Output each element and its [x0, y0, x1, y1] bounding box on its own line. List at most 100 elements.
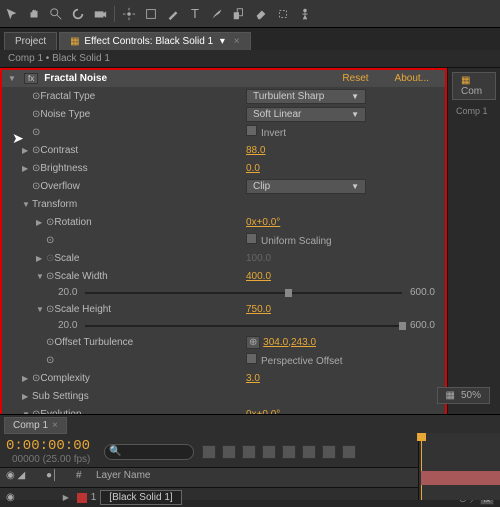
- uniform-scaling-label: Uniform Scaling: [261, 236, 332, 247]
- transform-label: Transform: [32, 199, 77, 210]
- twirl-icon[interactable]: ▶: [22, 392, 32, 401]
- rect-tool-icon[interactable]: [143, 6, 159, 22]
- slider-max: 600.0: [410, 287, 435, 298]
- rotate-tool-icon[interactable]: [70, 6, 86, 22]
- transform-group[interactable]: ▼ Transform: [2, 195, 445, 213]
- timeline-track-area[interactable]: [418, 433, 500, 500]
- layer-name-column[interactable]: Layer Name: [96, 470, 150, 485]
- reset-link[interactable]: Reset: [342, 73, 368, 84]
- motion-blur-icon[interactable]: [262, 445, 276, 459]
- draft3d-icon[interactable]: [222, 445, 236, 459]
- layer-bar[interactable]: [421, 471, 500, 485]
- crosshair-icon[interactable]: ⊕: [246, 336, 260, 349]
- twirl-icon[interactable]: ▶: [22, 374, 32, 383]
- stopwatch-icon[interactable]: ⊙: [32, 373, 40, 384]
- zoom-tool-icon[interactable]: [48, 6, 64, 22]
- playhead[interactable]: [421, 433, 422, 500]
- zoom-control[interactable]: ▦ 50%: [437, 387, 490, 404]
- twirl-icon[interactable]: ▶: [22, 164, 32, 173]
- graph-icon[interactable]: [302, 445, 316, 459]
- brightness-value[interactable]: 0.0: [246, 163, 260, 174]
- stopwatch-icon[interactable]: ⊙: [46, 271, 54, 282]
- stopwatch-icon[interactable]: ⊙: [32, 181, 40, 192]
- uniform-scaling-checkbox[interactable]: [246, 233, 257, 244]
- brush-tool-icon[interactable]: [209, 6, 225, 22]
- brainstorm-icon[interactable]: [282, 445, 296, 459]
- puppet-tool-icon[interactable]: [297, 6, 313, 22]
- stopwatch-icon[interactable]: ⊙: [32, 127, 40, 138]
- twirl-icon[interactable]: ▼: [36, 305, 46, 314]
- stopwatch-icon[interactable]: ⊙: [46, 337, 54, 348]
- eraser-tool-icon[interactable]: [253, 6, 269, 22]
- dropdown-icon[interactable]: ▾: [220, 36, 225, 47]
- close-tab-icon[interactable]: ×: [234, 36, 240, 47]
- rotation-value[interactable]: 0x+0.0°: [246, 217, 280, 228]
- project-tab[interactable]: Project: [4, 32, 57, 50]
- effect-controls-tab[interactable]: ▦ Effect Controls: Black Solid 1 ▾ ×: [59, 32, 250, 50]
- grid-icon[interactable]: ▦: [446, 390, 455, 401]
- twirl-icon[interactable]: ▼: [22, 200, 32, 209]
- scale-width-value[interactable]: 400.0: [246, 271, 271, 282]
- type-tool-icon[interactable]: T: [187, 6, 203, 22]
- fractal-type-dropdown[interactable]: Turbulent Sharp▼: [246, 89, 366, 104]
- settings-icon[interactable]: [342, 445, 356, 459]
- offset-turb-value[interactable]: 304.0,243.0: [263, 337, 316, 348]
- clone-tool-icon[interactable]: [231, 6, 247, 22]
- twirl-icon[interactable]: ▶: [36, 218, 46, 227]
- layer-name[interactable]: [Black Solid 1]: [100, 490, 181, 505]
- contrast-value[interactable]: 88.0: [246, 145, 265, 156]
- stopwatch-icon[interactable]: ⊙: [46, 304, 54, 315]
- about-link[interactable]: About...: [395, 73, 429, 84]
- timeline-search[interactable]: 🔍: [104, 444, 194, 460]
- noise-type-dropdown[interactable]: Soft Linear▼: [246, 107, 366, 122]
- twirl-icon[interactable]: ▼: [8, 74, 18, 83]
- effect-controls-panel: ➤ ▼ fx Fractal Noise Reset About... ⊙ Fr…: [0, 68, 447, 425]
- close-icon[interactable]: ×: [52, 420, 58, 431]
- effect-header[interactable]: ▼ fx Fractal Noise Reset About...: [2, 70, 445, 87]
- stopwatch-icon[interactable]: ⊙: [46, 235, 54, 246]
- stopwatch-icon[interactable]: ⊙: [46, 217, 54, 228]
- camera-tool-icon[interactable]: [92, 6, 108, 22]
- slider-track[interactable]: [85, 292, 402, 294]
- timecode[interactable]: 0:00:00:00: [6, 438, 96, 454]
- stopwatch-icon[interactable]: ⊙: [32, 163, 40, 174]
- noise-type-row: ⊙ Noise Type Soft Linear▼: [2, 105, 445, 123]
- scale-width-label: Scale Width: [54, 271, 107, 282]
- twirl-icon[interactable]: ▼: [36, 272, 46, 281]
- layer-color-icon[interactable]: [77, 493, 87, 503]
- shy-icon[interactable]: [202, 445, 216, 459]
- invert-checkbox[interactable]: [246, 125, 257, 136]
- comp-icon[interactable]: [322, 445, 336, 459]
- pan-behind-tool-icon[interactable]: [121, 6, 137, 22]
- selection-tool-icon[interactable]: [4, 6, 20, 22]
- complexity-value[interactable]: 3.0: [246, 373, 260, 384]
- overflow-label: Overflow: [40, 181, 79, 192]
- stopwatch-icon[interactable]: ⊙: [32, 109, 40, 120]
- slider-thumb[interactable]: [399, 322, 406, 330]
- visibility-icon[interactable]: ◉: [6, 492, 15, 503]
- fx-badge-icon[interactable]: fx: [24, 73, 38, 84]
- twirl-icon[interactable]: ▶: [63, 493, 73, 502]
- viewer-tab[interactable]: ▦ Com: [452, 72, 496, 100]
- slider-track[interactable]: [85, 325, 402, 327]
- stopwatch-icon[interactable]: ⊙: [32, 91, 40, 102]
- stopwatch-icon[interactable]: ⊙: [32, 145, 40, 156]
- chevron-down-icon: ▼: [351, 110, 359, 119]
- scale-width-slider: 20.0 600.0: [2, 285, 445, 300]
- zoom-value[interactable]: 50%: [461, 390, 481, 401]
- timeline-tab[interactable]: Comp 1×: [4, 417, 67, 434]
- sub-settings-row[interactable]: ▶ Sub Settings: [2, 387, 445, 405]
- stopwatch-icon[interactable]: ⊙: [46, 355, 54, 366]
- frame-blend-icon[interactable]: [242, 445, 256, 459]
- scale-value: 100.0: [246, 253, 271, 264]
- eye-column-icon[interactable]: ◉ ◢: [6, 470, 46, 485]
- pen-tool-icon[interactable]: [165, 6, 181, 22]
- overflow-dropdown[interactable]: Clip▼: [246, 179, 366, 194]
- hand-tool-icon[interactable]: [26, 6, 42, 22]
- link-icon: ▦: [70, 36, 79, 47]
- slider-thumb[interactable]: [285, 289, 292, 297]
- perspective-checkbox[interactable]: [246, 353, 257, 364]
- roto-tool-icon[interactable]: [275, 6, 291, 22]
- scale-height-value[interactable]: 750.0: [246, 304, 271, 315]
- effect-tab-label: Effect Controls: Black Solid 1: [84, 36, 213, 47]
